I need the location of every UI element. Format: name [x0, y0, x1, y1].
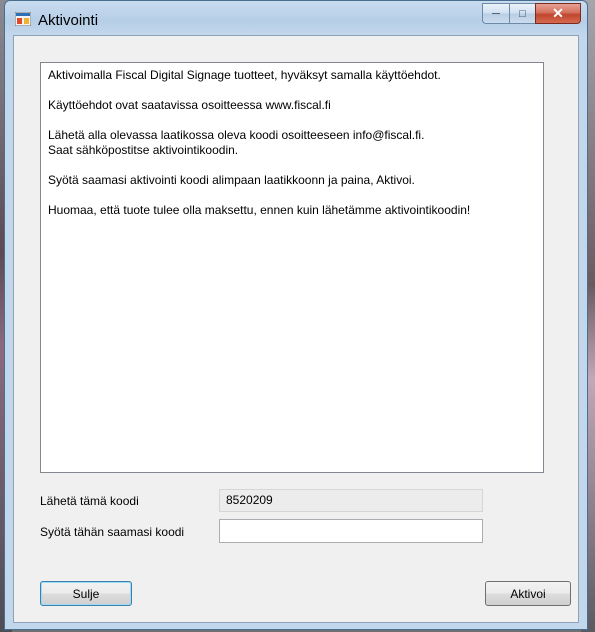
maximize-icon: □	[519, 7, 526, 20]
caption-buttons: ─ □ ✕	[482, 3, 581, 25]
app-window-icon	[15, 12, 31, 26]
send-code-label: Lähetä tämä koodi	[40, 494, 139, 508]
enter-code-label: Syötä tähän saamasi koodi	[40, 525, 185, 539]
activation-code-input[interactable]	[219, 519, 483, 543]
info-paragraph: Käyttöehdot ovat saatavissa osoitteessa …	[48, 98, 331, 112]
send-code-field[interactable]: 8520209	[219, 489, 483, 512]
info-paragraph: Syötä saamasi aktivointi koodi alimpaan …	[48, 173, 415, 187]
window-title: Aktivointi	[38, 12, 99, 29]
close-window-button[interactable]: ✕	[535, 3, 581, 24]
title-bar[interactable]: Aktivointi ─ □ ✕	[5, 1, 587, 35]
minimize-icon: ─	[492, 7, 500, 20]
info-textbox[interactable]: Aktivoimalla Fiscal Digital Signage tuot…	[40, 62, 544, 473]
maximize-button[interactable]: □	[509, 3, 535, 24]
info-paragraph: Aktivoimalla Fiscal Digital Signage tuot…	[48, 68, 441, 82]
client-area: Aktivoimalla Fiscal Digital Signage tuot…	[13, 35, 579, 623]
info-paragraph: Huomaa, että tuote tulee olla maksettu, …	[48, 203, 471, 217]
minimize-button[interactable]: ─	[482, 3, 509, 24]
close-icon: ✕	[552, 5, 564, 21]
close-button[interactable]: Sulje	[40, 581, 132, 606]
activation-dialog: Aktivointi ─ □ ✕ Aktivoimalla Fiscal Dig…	[4, 0, 588, 630]
info-paragraph: Lähetä alla olevassa laatikossa oleva ko…	[48, 128, 425, 157]
activate-button[interactable]: Aktivoi	[485, 581, 571, 606]
